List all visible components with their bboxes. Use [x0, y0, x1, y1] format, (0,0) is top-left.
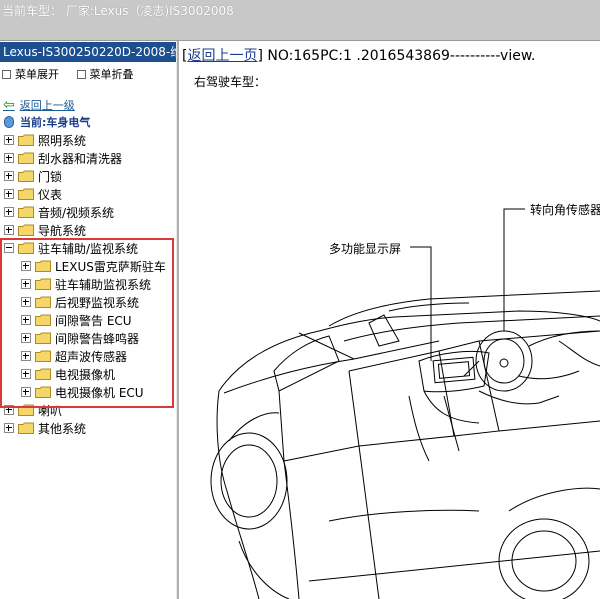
folder-icon [18, 206, 34, 218]
car-interior-diagram [210, 208, 600, 599]
sidebar-title: Lexus-IS300250220D-2008-维 [0, 42, 176, 62]
callout-multi-display: 多功能显示屏 [329, 242, 402, 256]
expand-toggle-icon[interactable] [4, 225, 14, 235]
tree-item-label: 导航系统 [38, 223, 87, 238]
sidebar-toolbar: 菜单展开 菜单折叠 [2, 66, 148, 82]
callout-steering-sensor: 转向角传感器 [530, 203, 600, 217]
tree-item-wiper[interactable]: 刮水器和清洗器 [4, 149, 122, 167]
tree-item-navigation[interactable]: 导航系统 [4, 221, 86, 239]
tree-item-label: 照明系统 [38, 133, 87, 148]
expand-icon [2, 69, 11, 79]
tree-item-label: 刮水器和清洗器 [38, 151, 123, 166]
tree-item-label: 门锁 [38, 169, 63, 184]
collapse-menu-button[interactable]: 菜单折叠 [76, 66, 134, 82]
back-up-level-label: 返回上一级 [19, 99, 75, 112]
expand-toggle-icon[interactable] [4, 171, 14, 181]
back-up-level-link[interactable]: ⇦ 返回上一级 [3, 97, 75, 113]
folder-icon [18, 188, 34, 200]
expand-menu-button[interactable]: 菜单展开 [2, 66, 59, 82]
back-arrow-icon: ⇦ [3, 97, 15, 113]
current-category: 当前:车身电气 [4, 114, 90, 130]
location-pin-icon [4, 116, 14, 128]
tree-item-label: 音频/视频系统 [38, 205, 115, 220]
tree-item-audio-video[interactable]: 音频/视频系统 [4, 203, 114, 221]
tree-item-label: 其他系统 [38, 421, 87, 436]
expand-toggle-icon[interactable] [4, 207, 14, 217]
expand-toggle-icon[interactable] [4, 423, 14, 433]
expand-toggle-icon[interactable] [4, 189, 14, 199]
current-category-label: 当前:车身电气 [20, 116, 91, 129]
folder-icon [18, 422, 34, 434]
folder-icon [18, 134, 34, 146]
tree-item-door-lock[interactable]: 门锁 [4, 167, 62, 185]
title-bar: 当前车型： 厂家:Lexus（凌志)IS3002008 [0, 0, 600, 41]
window-title: 当前车型： 厂家:Lexus（凌志)IS3002008 [2, 4, 234, 18]
folder-icon [18, 152, 34, 164]
selection-highlight-box [0, 238, 174, 408]
expand-menu-label: 菜单展开 [15, 68, 59, 81]
tree-item-other-systems[interactable]: 其他系统 [4, 419, 86, 437]
expand-toggle-icon[interactable] [4, 153, 14, 163]
tree-item-label: 仪表 [38, 187, 63, 202]
tree-item-meter[interactable]: 仪表 [4, 185, 62, 203]
collapse-icon [76, 69, 86, 79]
tree-item-lighting[interactable]: 照明系统 [4, 131, 86, 149]
collapse-menu-label: 菜单折叠 [89, 68, 134, 81]
folder-icon [18, 170, 34, 182]
content-pane: [返回上一页] NO:165PC:1 .2016543869----------… [179, 41, 600, 599]
sidebar: Lexus-IS300250220D-2008-维 菜单展开 菜单折叠 ⇦ 返回… [0, 41, 176, 599]
expand-toggle-icon[interactable] [4, 135, 14, 145]
folder-icon [18, 224, 34, 236]
